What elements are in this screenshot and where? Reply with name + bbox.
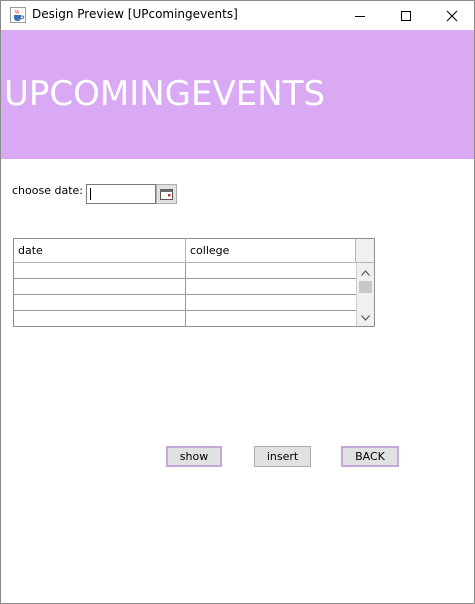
table-cell-college[interactable] xyxy=(186,279,356,294)
table-cell-college[interactable] xyxy=(186,311,356,326)
minimize-button[interactable] xyxy=(337,1,383,30)
calendar-button[interactable] xyxy=(156,184,177,204)
table-cell-college[interactable] xyxy=(186,263,356,278)
maximize-button[interactable] xyxy=(383,1,429,30)
table-cell-date[interactable] xyxy=(14,279,186,294)
show-button[interactable]: show xyxy=(166,446,222,467)
choose-date-label: choose date: xyxy=(12,184,83,197)
table-cell-date[interactable] xyxy=(14,295,186,310)
table-row[interactable] xyxy=(14,295,356,311)
maximize-icon xyxy=(401,10,411,21)
events-table[interactable]: date college xyxy=(13,238,375,327)
table-cell-date[interactable] xyxy=(14,263,186,278)
close-icon xyxy=(446,10,458,21)
vertical-scrollbar[interactable] xyxy=(356,263,374,326)
table-cell-college[interactable] xyxy=(186,295,356,310)
table-row[interactable] xyxy=(14,311,356,327)
app-window: Design Preview [UPcomingevents] UPCOMING… xyxy=(0,0,475,604)
page-title: UPCOMINGEVENTS xyxy=(4,74,326,114)
table-cell-date[interactable] xyxy=(14,311,186,326)
table-row[interactable] xyxy=(14,263,356,279)
chevron-down-icon xyxy=(361,315,370,321)
header-corner xyxy=(356,239,374,263)
minimize-icon xyxy=(355,15,365,17)
calendar-icon xyxy=(160,188,173,200)
scroll-up-button[interactable] xyxy=(357,265,374,281)
header-banner: UPCOMINGEVENTS xyxy=(1,30,474,159)
java-cup-icon xyxy=(10,7,26,23)
scrollbar-thumb[interactable] xyxy=(359,281,372,293)
scroll-down-button[interactable] xyxy=(357,310,374,326)
back-button[interactable]: BACK xyxy=(341,446,399,467)
window-title: Design Preview [UPcomingevents] xyxy=(32,7,238,21)
close-button[interactable] xyxy=(429,1,475,30)
column-header-college[interactable]: college xyxy=(186,239,356,263)
title-bar[interactable]: Design Preview [UPcomingevents] xyxy=(1,1,474,30)
text-caret xyxy=(90,188,91,200)
table-row[interactable] xyxy=(14,279,356,295)
column-header-date[interactable]: date xyxy=(14,239,186,263)
date-input[interactable] xyxy=(86,184,156,204)
chevron-up-icon xyxy=(361,270,370,276)
insert-button[interactable]: insert xyxy=(254,446,311,467)
